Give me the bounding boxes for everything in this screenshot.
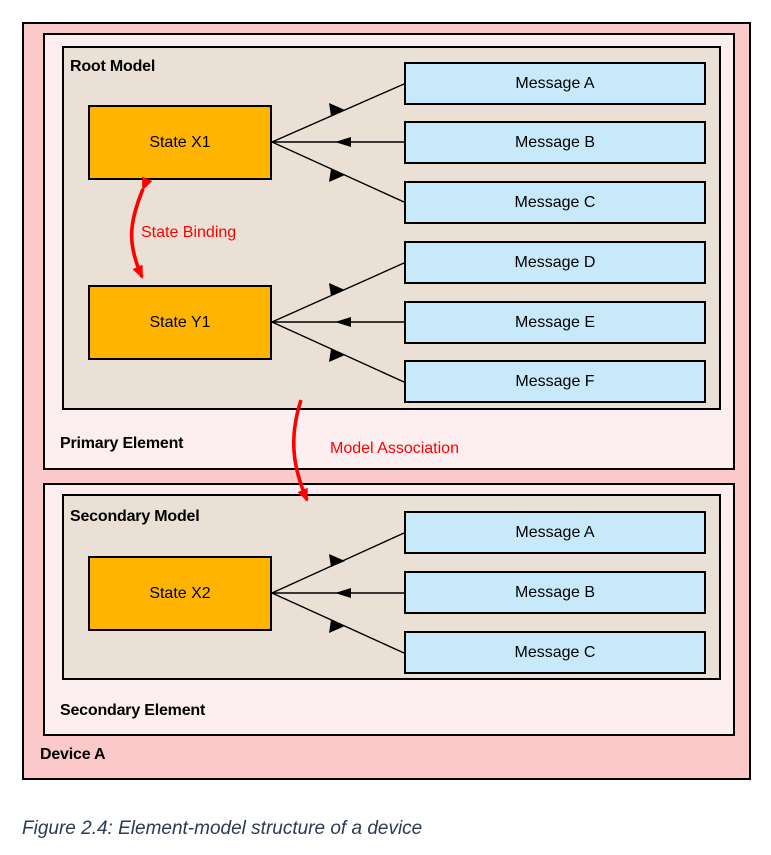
figure-canvas: Device A Primary Element Root Model Stat… [0, 0, 771, 855]
message-box-root-e[interactable]: Message E [404, 301, 706, 344]
message-box-secondary-a-label: Message A [515, 523, 595, 541]
root-model-label: Root Model [70, 58, 156, 75]
message-box-secondary-b-label: Message B [514, 583, 596, 601]
message-box-root-b-label: Message B [514, 133, 596, 151]
device-a-label: Device A [40, 746, 106, 763]
message-box-root-f-label: Message F [515, 372, 595, 390]
message-box-secondary-a[interactable]: Message A [404, 511, 706, 554]
secondary-element-label: Secondary Element [60, 702, 206, 719]
message-box-root-d-label: Message D [514, 253, 596, 271]
message-box-secondary-c-label: Message C [514, 643, 596, 661]
state-box-x2[interactable]: State X2 [88, 556, 272, 631]
model-association-label: Model Association [330, 440, 459, 457]
message-box-secondary-c[interactable]: Message C [404, 631, 706, 674]
state-box-x1-label: State X1 [149, 133, 211, 151]
message-box-secondary-b[interactable]: Message B [404, 571, 706, 614]
message-box-root-c-label: Message C [514, 193, 596, 211]
secondary-model-label: Secondary Model [70, 508, 200, 525]
message-box-root-c[interactable]: Message C [404, 181, 706, 224]
state-box-y1-label: State Y1 [149, 313, 211, 331]
message-box-root-f[interactable]: Message F [404, 360, 706, 403]
state-binding-label: State Binding [141, 224, 237, 241]
message-box-root-a-label: Message A [515, 74, 595, 92]
primary-element-label: Primary Element [60, 435, 184, 452]
state-box-x1[interactable]: State X1 [88, 105, 272, 180]
message-box-root-d[interactable]: Message D [404, 241, 706, 284]
state-box-x2-label: State X2 [149, 584, 211, 602]
message-box-root-e-label: Message E [514, 313, 596, 331]
figure-caption: Figure 2.4: Element-model structure of a… [22, 818, 423, 839]
message-box-root-a[interactable]: Message A [404, 62, 706, 105]
state-box-y1[interactable]: State Y1 [88, 285, 272, 360]
message-box-root-b[interactable]: Message B [404, 121, 706, 164]
